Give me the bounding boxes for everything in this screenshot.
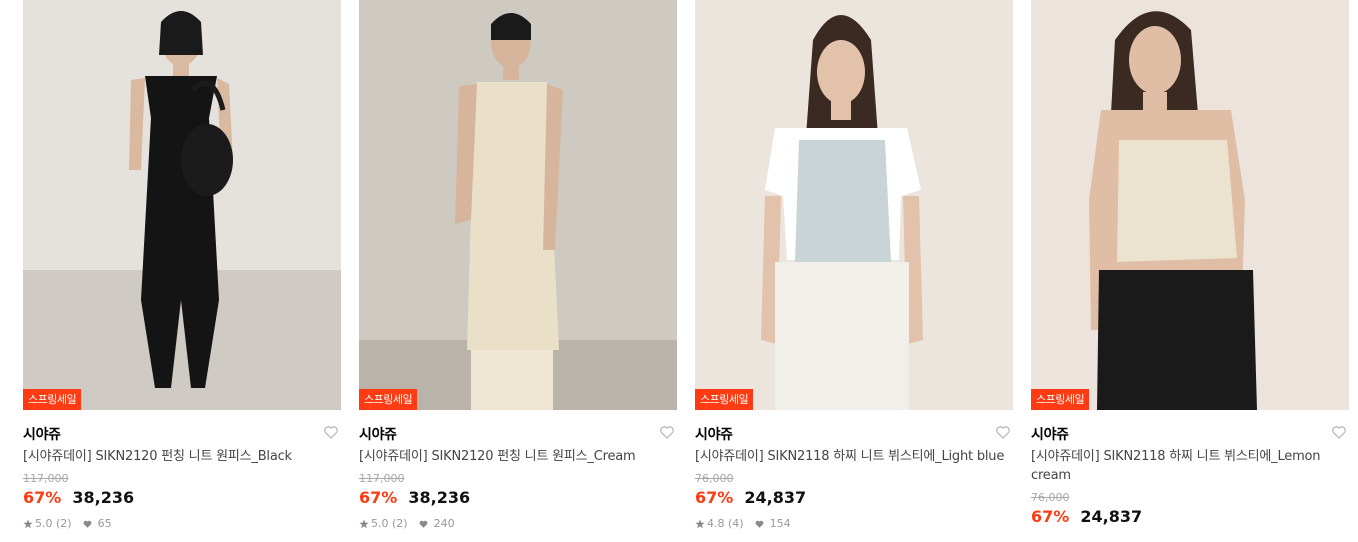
discount-rate: 67% [1031, 507, 1070, 526]
original-price: 76,000 [695, 472, 734, 485]
price-row: 67% 38,236 [359, 488, 677, 508]
likes-count: 240 [433, 517, 455, 530]
review-meta: 4.8 (4) 154 [695, 517, 1013, 530]
sale-price: 38,236 [72, 488, 135, 507]
sale-price: 24,837 [744, 488, 807, 507]
product-card[interactable]: 스프링세일 시야쥬 [시야쥬데이] SIKN2118 하찌 니트 뷔스티에_Le… [1031, 0, 1349, 527]
product-title[interactable]: [시야쥬데이] SIKN2118 하찌 니트 뷔스티에_Light blue [695, 447, 1013, 466]
product-grid: 스프링세일 시야쥬 [시야쥬데이] SIKN2120 펀칭 니트 원피스_Bla… [0, 0, 1358, 542]
product-card[interactable]: 스프링세일 시야쥬 [시야쥬데이] SIKN2118 하찌 니트 뷔스티에_Li… [695, 0, 1013, 530]
discount-rate: 67% [695, 488, 734, 507]
likes-count: 154 [769, 517, 791, 530]
likes-count: 65 [97, 517, 112, 530]
brand-row: 시야쥬 [695, 424, 1013, 443]
brand-row: 시야쥬 [359, 424, 677, 443]
original-price: 117,000 [23, 472, 69, 485]
star-icon [359, 519, 369, 528]
sale-badge: 스프링세일 [1031, 389, 1090, 410]
rating-text: 5.0 (2) [35, 517, 72, 530]
product-image[interactable]: 스프링세일 [23, 0, 341, 410]
price-row: 67% 38,236 [23, 488, 341, 508]
sale-price: 24,837 [1080, 507, 1143, 526]
brand-row: 시야쥬 [23, 424, 341, 443]
sale-badge: 스프링세일 [359, 389, 418, 410]
product-photo [1031, 0, 1349, 410]
heart-outline-icon[interactable] [1331, 424, 1347, 440]
sale-badge: 스프링세일 [695, 389, 754, 410]
product-photo [359, 0, 677, 410]
star-icon [23, 519, 33, 528]
rating-text: 4.8 (4) [707, 517, 744, 530]
rating-text: 5.0 (2) [371, 517, 408, 530]
product-card[interactable]: 스프링세일 시야쥬 [시야쥬데이] SIKN2120 펀칭 니트 원피스_Cre… [359, 0, 677, 530]
brand-name[interactable]: 시야쥬 [359, 427, 397, 443]
original-price: 117,000 [359, 472, 405, 485]
heart-filled-icon [755, 520, 763, 528]
product-image[interactable]: 스프링세일 [1031, 0, 1349, 410]
brand-row: 시야쥬 [1031, 424, 1349, 443]
sale-badge: 스프링세일 [23, 389, 82, 410]
brand-name[interactable]: 시야쥬 [23, 427, 61, 443]
price-row: 67% 24,837 [695, 488, 1013, 508]
brand-name[interactable]: 시야쥬 [1031, 427, 1069, 443]
discount-rate: 67% [23, 488, 62, 507]
product-image[interactable]: 스프링세일 [695, 0, 1013, 410]
product-title[interactable]: [시야쥬데이] SIKN2120 펀칭 니트 원피스_Black [23, 447, 341, 466]
product-photo [23, 0, 341, 410]
star-icon [695, 519, 705, 528]
heart-outline-icon[interactable] [323, 424, 339, 440]
heart-filled-icon [419, 520, 427, 528]
sale-price: 38,236 [408, 488, 471, 507]
original-price: 76,000 [1031, 491, 1070, 504]
heart-outline-icon[interactable] [995, 424, 1011, 440]
heart-filled-icon [83, 520, 91, 528]
product-title[interactable]: [시야쥬데이] SIKN2118 하찌 니트 뷔스티에_Lemon cream [1031, 447, 1349, 485]
brand-name[interactable]: 시야쥬 [695, 427, 733, 443]
review-meta: 5.0 (2) 65 [23, 517, 341, 530]
product-image[interactable]: 스프링세일 [359, 0, 677, 410]
product-card[interactable]: 스프링세일 시야쥬 [시야쥬데이] SIKN2120 펀칭 니트 원피스_Bla… [23, 0, 341, 530]
review-meta: 5.0 (2) 240 [359, 517, 677, 530]
product-photo [695, 0, 1013, 410]
discount-rate: 67% [359, 488, 398, 507]
heart-outline-icon[interactable] [659, 424, 675, 440]
product-title[interactable]: [시야쥬데이] SIKN2120 펀칭 니트 원피스_Cream [359, 447, 677, 466]
price-row: 67% 24,837 [1031, 507, 1349, 527]
